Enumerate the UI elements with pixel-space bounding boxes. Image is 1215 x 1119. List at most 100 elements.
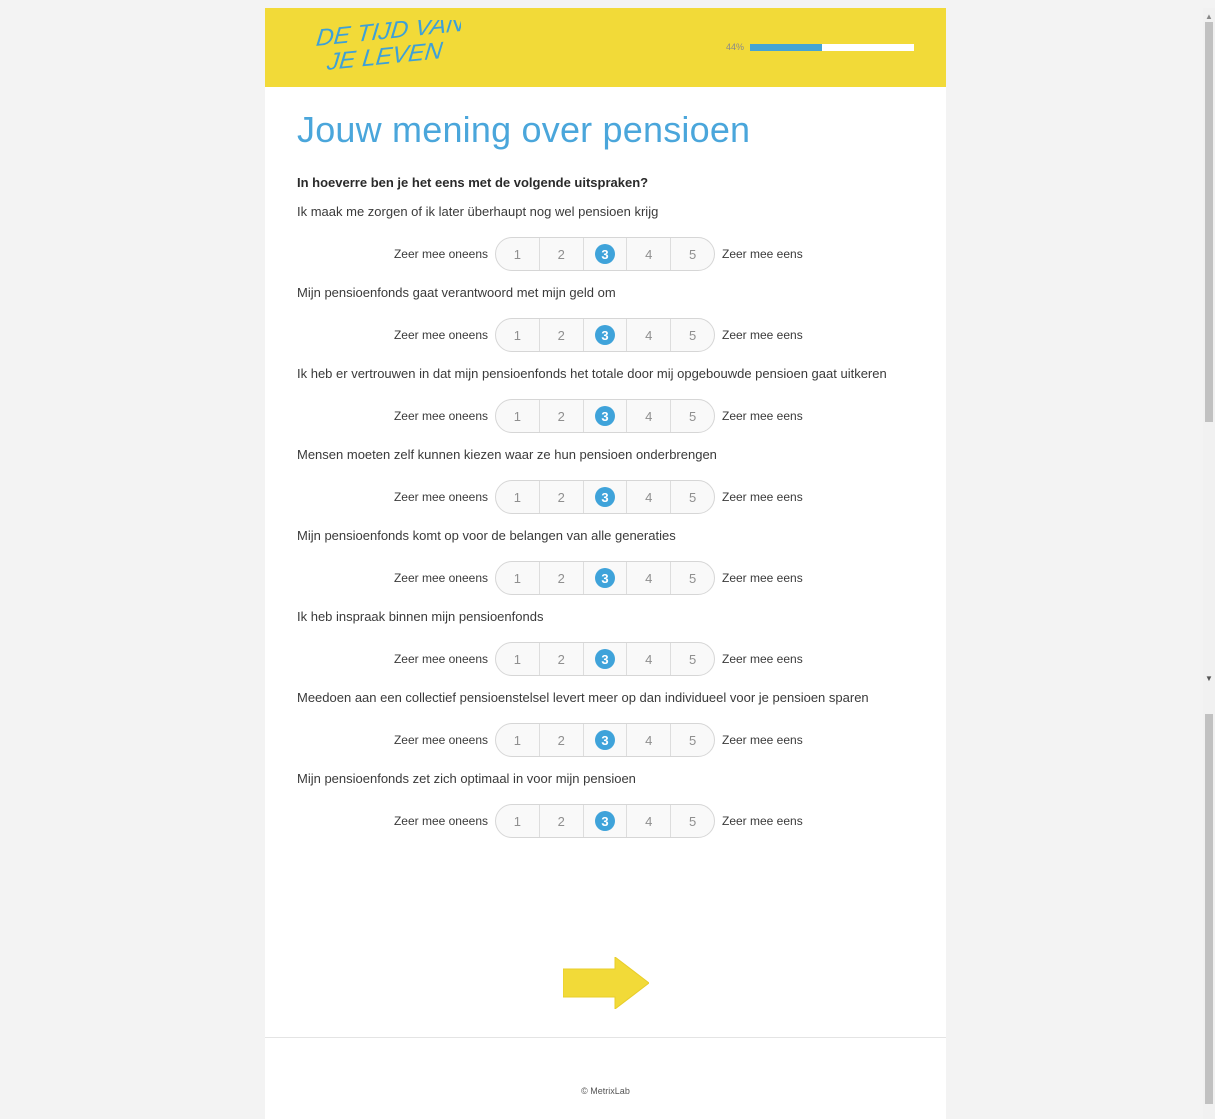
rating-option[interactable]: 1 bbox=[496, 643, 539, 675]
rating-option[interactable]: 2 bbox=[538, 805, 583, 837]
rating-option[interactable]: 4 bbox=[626, 319, 670, 351]
scale-left-label: Zeer mee oneens bbox=[393, 652, 488, 666]
rating-option-label: 3 bbox=[594, 406, 615, 426]
rating-option[interactable]: 4 bbox=[626, 400, 670, 432]
question-item: Ik heb inspraak binnen mijn pensioenfond… bbox=[297, 608, 914, 676]
rating-option[interactable]: 1 bbox=[496, 805, 539, 837]
question-item: Mensen moeten zelf kunnen kiezen waar ze… bbox=[297, 446, 914, 514]
question-item: Meedoen aan een collectief pensioenstels… bbox=[297, 689, 914, 757]
rating-option-selected[interactable]: 3 bbox=[582, 319, 627, 351]
rating-option-label: 2 bbox=[557, 408, 565, 424]
rating-option[interactable]: 5 bbox=[670, 562, 714, 594]
scale-left-label: Zeer mee oneens bbox=[393, 247, 488, 261]
survey-header: DE TIJD VAN JE LEVEN 44% bbox=[265, 8, 946, 87]
logo: DE TIJD VAN JE LEVEN bbox=[315, 20, 461, 76]
rating-scale-row: Zeer mee oneens 1 2 3 4 5 Zeer mee eens bbox=[297, 723, 914, 757]
rating-option[interactable]: 1 bbox=[496, 724, 539, 756]
rating-option[interactable]: 4 bbox=[626, 805, 670, 837]
rating-option-label: 5 bbox=[688, 408, 697, 424]
scale-left-label: Zeer mee oneens bbox=[393, 490, 488, 504]
rating-option[interactable]: 1 bbox=[496, 562, 539, 594]
scale-right-label: Zeer mee eens bbox=[722, 247, 803, 261]
scale-right-label: Zeer mee eens bbox=[722, 733, 803, 747]
rating-option-label: 3 bbox=[594, 244, 615, 264]
rating-option-label: 4 bbox=[645, 408, 653, 424]
rating-option-label: 1 bbox=[513, 732, 522, 748]
rating-option-label: 2 bbox=[557, 570, 565, 586]
rating-option-label: 5 bbox=[688, 651, 697, 667]
rating-option[interactable]: 2 bbox=[538, 643, 583, 675]
rating-option-label: 3 bbox=[594, 487, 615, 507]
rating-option-selected[interactable]: 3 bbox=[582, 562, 627, 594]
rating-option[interactable]: 1 bbox=[496, 319, 539, 351]
scroll-thumb-lower[interactable] bbox=[1205, 714, 1213, 1104]
next-button[interactable] bbox=[562, 955, 650, 1011]
rating-option-label: 5 bbox=[688, 813, 697, 829]
rating-scale-row: Zeer mee oneens 1 2 3 4 5 Zeer mee eens bbox=[297, 237, 914, 271]
rating-option-label: 4 bbox=[645, 732, 653, 748]
rating-option[interactable]: 2 bbox=[538, 400, 583, 432]
rating-option-selected[interactable]: 3 bbox=[582, 238, 627, 270]
rating-option[interactable]: 5 bbox=[670, 643, 714, 675]
rating-option-selected[interactable]: 3 bbox=[582, 400, 627, 432]
rating-option-label: 5 bbox=[688, 732, 697, 748]
question-item: Mijn pensioenfonds zet zich optimaal in … bbox=[297, 770, 914, 838]
rating-option-label: 5 bbox=[688, 570, 697, 586]
rating-option[interactable]: 5 bbox=[670, 400, 714, 432]
rating-option[interactable]: 1 bbox=[496, 481, 539, 513]
rating-option[interactable]: 5 bbox=[670, 481, 714, 513]
rating-option-selected[interactable]: 3 bbox=[582, 481, 627, 513]
scroll-thumb[interactable] bbox=[1205, 22, 1213, 422]
rating-option[interactable]: 5 bbox=[670, 319, 714, 351]
rating-option[interactable]: 2 bbox=[538, 319, 583, 351]
rating-option[interactable]: 1 bbox=[496, 400, 539, 432]
rating-option[interactable]: 2 bbox=[538, 481, 583, 513]
question-item: Ik heb er vertrouwen in dat mijn pensioe… bbox=[297, 365, 914, 433]
rating-option[interactable]: 2 bbox=[538, 238, 583, 270]
rating-option-selected[interactable]: 3 bbox=[582, 805, 627, 837]
rating-scale-row: Zeer mee oneens 1 2 3 4 5 Zeer mee eens bbox=[297, 804, 914, 838]
scroll-up-icon[interactable]: ▲ bbox=[1203, 12, 1215, 21]
question-text: Mijn pensioenfonds gaat verantwoord met … bbox=[297, 285, 616, 300]
question-text: Mijn pensioenfonds komt op voor de belan… bbox=[297, 528, 676, 543]
rating-option-label: 1 bbox=[513, 327, 522, 343]
footer-divider bbox=[265, 1037, 946, 1038]
scale-right-label: Zeer mee eens bbox=[722, 328, 803, 342]
question-item: Mijn pensioenfonds komt op voor de belan… bbox=[297, 527, 914, 595]
rating-option-label: 4 bbox=[645, 489, 653, 505]
rating-option-label: 5 bbox=[688, 327, 697, 343]
rating-option-label: 2 bbox=[557, 246, 565, 262]
rating-option-label: 3 bbox=[594, 568, 615, 588]
question-text: Meedoen aan een collectief pensioenstels… bbox=[297, 690, 869, 705]
scale-left-label: Zeer mee oneens bbox=[393, 733, 488, 747]
browser-viewport: DE TIJD VAN JE LEVEN 44% Jouw mening ove… bbox=[0, 0, 1215, 1119]
rating-option-label: 5 bbox=[688, 246, 697, 262]
progress-percent: 44% bbox=[725, 42, 744, 52]
rating-scale: 1 2 3 4 5 bbox=[495, 642, 715, 676]
rating-option[interactable]: 5 bbox=[670, 724, 714, 756]
rating-option[interactable]: 1 bbox=[496, 238, 539, 270]
rating-option-label: 2 bbox=[557, 813, 565, 829]
scale-right-label: Zeer mee eens bbox=[722, 409, 803, 423]
rating-option[interactable]: 4 bbox=[626, 724, 670, 756]
rating-option-label: 3 bbox=[594, 649, 615, 669]
rating-option[interactable]: 2 bbox=[538, 724, 583, 756]
scale-left-label: Zeer mee oneens bbox=[393, 409, 488, 423]
scale-right-label: Zeer mee eens bbox=[722, 652, 803, 666]
scale-right-label: Zeer mee eens bbox=[722, 814, 803, 828]
rating-option[interactable]: 4 bbox=[626, 481, 670, 513]
vertical-scrollbar[interactable]: ▲ ▼ bbox=[1203, 8, 1215, 1119]
rating-option-selected[interactable]: 3 bbox=[582, 643, 627, 675]
rating-option[interactable]: 4 bbox=[626, 238, 670, 270]
rating-scale: 1 2 3 4 5 bbox=[495, 237, 715, 271]
question-item: Mijn pensioenfonds gaat verantwoord met … bbox=[297, 284, 914, 352]
rating-option[interactable]: 5 bbox=[670, 805, 714, 837]
rating-scale-row: Zeer mee oneens 1 2 3 4 5 Zeer mee eens bbox=[297, 318, 914, 352]
rating-option[interactable]: 4 bbox=[626, 643, 670, 675]
rating-option[interactable]: 2 bbox=[538, 562, 583, 594]
scroll-down-icon[interactable]: ▼ bbox=[1203, 674, 1215, 683]
rating-option[interactable]: 4 bbox=[626, 562, 670, 594]
rating-option[interactable]: 5 bbox=[670, 238, 714, 270]
rating-scale-row: Zeer mee oneens 1 2 3 4 5 Zeer mee eens bbox=[297, 480, 914, 514]
rating-option-selected[interactable]: 3 bbox=[582, 724, 627, 756]
